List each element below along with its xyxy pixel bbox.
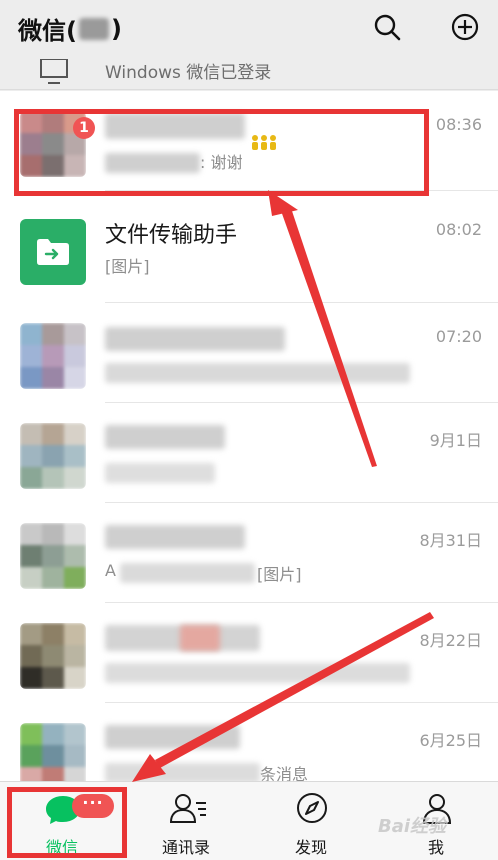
chat-time: 9月1日 xyxy=(429,431,482,450)
blurred-name-part xyxy=(180,625,220,651)
blurred-count xyxy=(78,17,109,40)
blurred-preview xyxy=(120,563,255,583)
chat-time: 08:02 xyxy=(435,220,482,239)
page-title: 微信( ) xyxy=(18,11,122,46)
avatar xyxy=(20,219,86,285)
chat-preview-head: A xyxy=(105,561,116,580)
avatar xyxy=(20,423,86,489)
chat-preview: [图片] xyxy=(257,565,302,584)
avatar xyxy=(20,523,86,589)
tab-label: 通讯录 xyxy=(161,838,210,857)
chat-row[interactable]: 07:20 xyxy=(0,303,498,403)
tab-label: 发现 xyxy=(294,838,327,857)
chat-preview: 条消息 xyxy=(260,765,309,781)
search-icon xyxy=(374,14,401,41)
chat-row[interactable]: 8月22日 xyxy=(0,603,498,703)
title-prefix: 微信( xyxy=(18,17,77,45)
blurred-preview xyxy=(105,763,260,781)
blurred-preview xyxy=(105,463,215,483)
chat-time: 08:36 xyxy=(435,115,482,134)
tab-discover[interactable]: 发现 xyxy=(249,782,373,860)
highlight-box-chat xyxy=(14,109,429,196)
chat-row-file-transfer[interactable]: 文件传输助手 [图片] 08:02 xyxy=(0,203,498,303)
add-button[interactable] xyxy=(450,12,480,42)
blurred-name xyxy=(105,327,285,351)
windows-login-text: Windows 微信已登录 xyxy=(105,63,272,83)
chat-row[interactable]: 9月1日 xyxy=(0,403,498,503)
avatar xyxy=(20,323,86,389)
chat-time: 07:20 xyxy=(435,327,482,346)
chat-name: 文件传输助手 xyxy=(105,223,238,248)
search-button[interactable] xyxy=(372,12,402,42)
highlight-box-tab xyxy=(7,787,127,858)
contacts-icon xyxy=(169,794,206,823)
folder-arrow-icon xyxy=(37,239,69,265)
avatar xyxy=(20,723,86,781)
blurred-preview xyxy=(105,663,410,683)
avatar xyxy=(20,623,86,689)
blurred-name xyxy=(105,725,240,749)
chat-row[interactable]: A [图片] 8月31日 xyxy=(0,503,498,603)
monitor-icon xyxy=(40,59,68,84)
chat-time: 8月22日 xyxy=(419,631,482,650)
chat-row[interactable]: 条消息 6月25日 xyxy=(0,703,498,781)
blurred-name xyxy=(105,525,245,549)
compass-icon xyxy=(297,793,327,823)
top-bar: 微信( ) xyxy=(0,0,498,55)
chat-preview: [图片] xyxy=(105,257,150,276)
title-suffix: ) xyxy=(110,14,122,43)
plus-circle-icon xyxy=(451,13,479,41)
blurred-preview xyxy=(105,363,410,383)
chat-time: 8月31日 xyxy=(419,531,482,550)
watermark: Bai经验 xyxy=(378,816,447,837)
windows-login-banner[interactable]: Windows 微信已登录 xyxy=(0,55,498,90)
tab-contacts[interactable]: 通讯录 xyxy=(124,782,248,860)
chat-time: 6月25日 xyxy=(419,731,482,750)
blurred-name xyxy=(105,425,225,449)
